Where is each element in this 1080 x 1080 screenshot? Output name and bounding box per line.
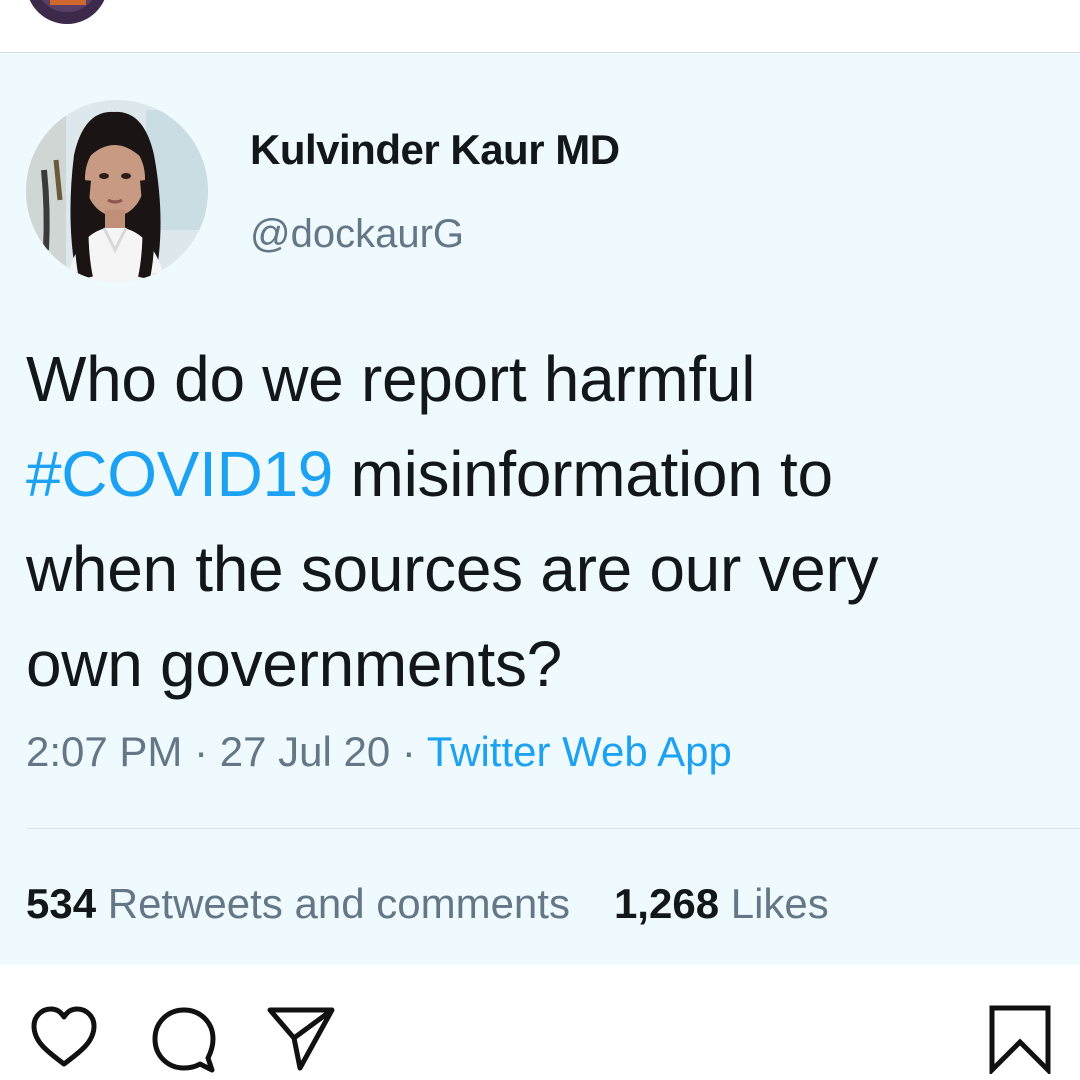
tweet-divider — [26, 828, 1080, 829]
tweet-date: 27 Jul 20 — [219, 728, 391, 775]
tweet-time: 2:07 PM — [26, 728, 183, 775]
tweet-author-name[interactable]: Kulvinder Kaur MD — [250, 126, 620, 174]
likes-label[interactable]: Likes — [719, 880, 829, 927]
tweet-metadata: 2:07 PM · 27 Jul 20 · Twitter Web App — [26, 728, 732, 776]
bookmark-icon[interactable] — [984, 1002, 1056, 1074]
author-photo — [26, 100, 208, 282]
comment-icon[interactable] — [148, 1002, 220, 1074]
tweet-text-line: Who do we report harmful — [26, 343, 756, 415]
tweet-author-avatar — [26, 100, 208, 282]
tweet-stats: 534 Retweets and comments 1,268 Likes — [26, 880, 829, 928]
meta-separator: · — [390, 728, 427, 775]
tweet-body: Who do we report harmful #COVID19 misinf… — [26, 332, 1056, 712]
tweet-author-handle[interactable]: @dockaurG — [250, 212, 464, 257]
tweet-text-fragment: misinformation to — [333, 438, 834, 510]
meta-separator: · — [182, 728, 220, 775]
hashtag-link[interactable]: #COVID19 — [26, 438, 333, 510]
paper-plane-icon[interactable] — [264, 1002, 336, 1074]
tweet-text-line: #COVID19 misinformation to — [26, 427, 1056, 522]
post-header — [0, 0, 1080, 53]
instagram-post: Kulvinder Kaur MD @dockaurG Who do we re… — [0, 0, 1080, 1080]
tweet-source-link[interactable]: Twitter Web App — [427, 728, 732, 775]
retweets-label[interactable]: Retweets and comments — [96, 880, 570, 927]
likes-count[interactable]: 1,268 — [614, 880, 719, 927]
heart-icon[interactable] — [28, 1002, 100, 1074]
tweet-text-line: when the sources are our very — [26, 533, 879, 605]
retweets-count[interactable]: 534 — [26, 880, 96, 927]
poster-avatar[interactable] — [26, 0, 108, 24]
tweet-text-line: own governments? — [26, 628, 562, 700]
